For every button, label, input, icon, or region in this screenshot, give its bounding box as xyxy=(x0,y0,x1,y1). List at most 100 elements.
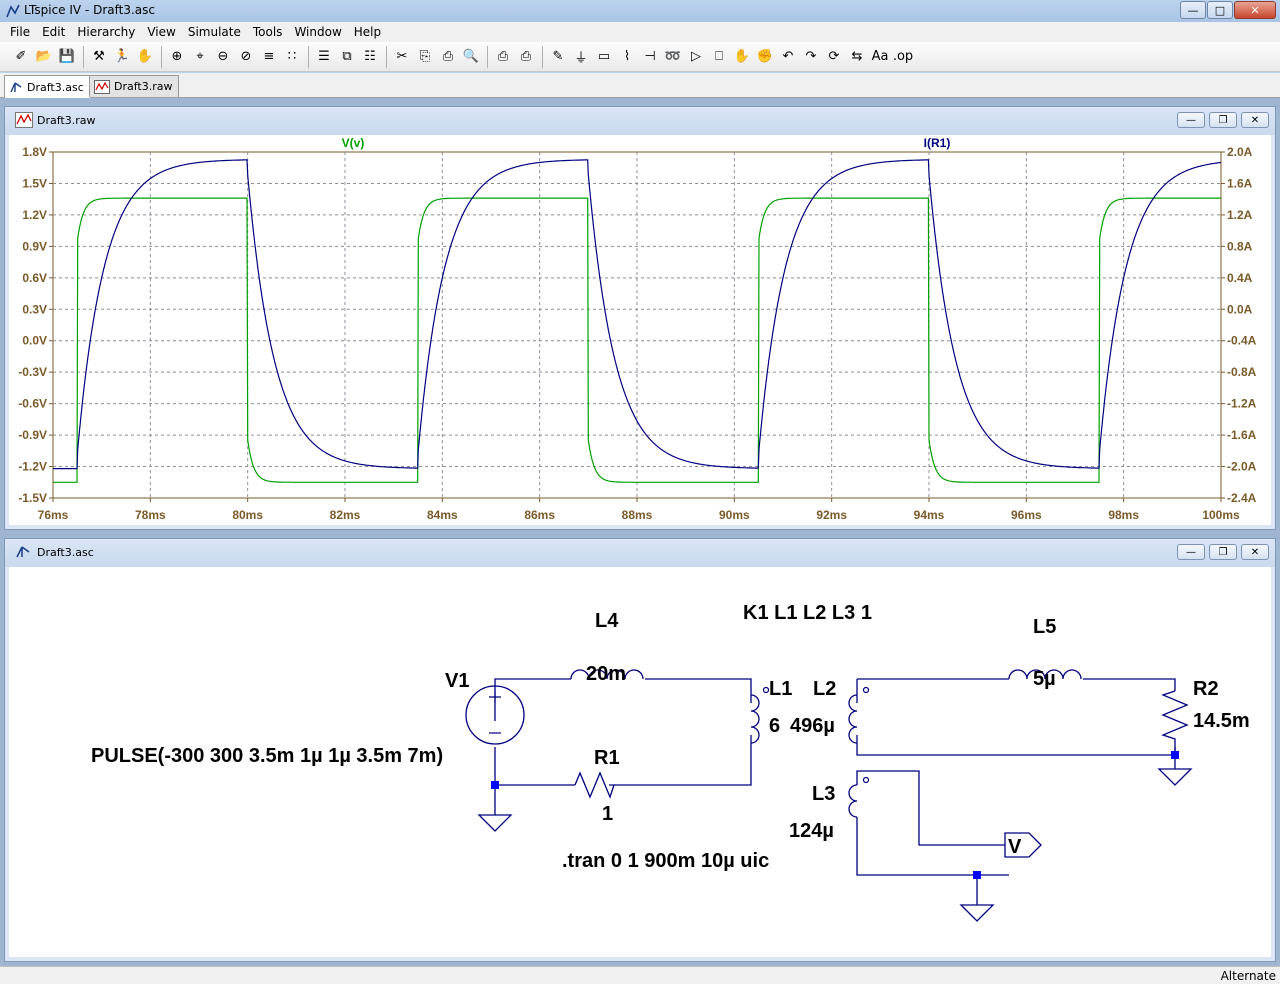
halt-icon[interactable]: ✋ xyxy=(134,46,156,68)
capacitor-icon[interactable]: ⊣ xyxy=(639,46,661,68)
mirror-icon[interactable]: ⇆ xyxy=(846,46,868,68)
zoom-pan-icon[interactable]: ⌖ xyxy=(189,46,211,68)
menu-simulate[interactable]: Simulate xyxy=(182,25,247,39)
tab-draft3-raw[interactable]: Draft3.raw xyxy=(89,75,180,97)
save-icon[interactable]: 💾 xyxy=(56,46,78,68)
l2-value-label: 496µ xyxy=(790,715,835,737)
y-tick-label-right: 1.2A xyxy=(1227,208,1253,222)
l1-name-label: L1 xyxy=(769,678,792,700)
grid-icon[interactable]: ∷ xyxy=(281,46,303,68)
text-icon[interactable]: Aa xyxy=(869,46,891,68)
net-label-v[interactable]: V xyxy=(1008,836,1022,858)
x-tick-label: 98ms xyxy=(1108,508,1139,522)
rotate-icon[interactable]: ⟳ xyxy=(823,46,845,68)
schematic-minimize-button[interactable]: — xyxy=(1177,544,1205,560)
schematic-drawing[interactable]: V1 PULSE(-300 300 3.5m 1µ 1µ 3.5m 7m) L4… xyxy=(9,567,1273,955)
inductor-l1-symbol[interactable] xyxy=(750,694,760,744)
waveform-chart[interactable]: 76ms 78ms 80ms 82ms 84ms 86ms 88ms 90ms 92ms 94ms… xyxy=(9,135,1273,527)
x-tick-label: 78ms xyxy=(135,508,166,522)
autorange-icon[interactable]: ≡ xyxy=(258,46,280,68)
zoom-fit-icon[interactable]: ⊘ xyxy=(235,46,257,68)
component-icon[interactable]: ⎕ xyxy=(708,46,730,68)
y-tick-label-left: 0.0V xyxy=(22,334,47,348)
y-tick-label-right: -1.2A xyxy=(1227,397,1257,411)
menu-view[interactable]: View xyxy=(141,25,181,39)
undo-icon[interactable]: ↶ xyxy=(777,46,799,68)
legend-i-r1[interactable]: I(R1) xyxy=(924,136,951,150)
control-panel-icon[interactable]: ⚒ xyxy=(88,46,110,68)
inductor-l3-symbol[interactable] xyxy=(848,784,858,818)
wire xyxy=(857,678,1176,691)
waveform-restore-button[interactable]: ❐ xyxy=(1209,112,1237,128)
x-tick-label: 100ms xyxy=(1202,508,1240,522)
find-icon[interactable]: 🔍 xyxy=(460,46,482,68)
ground-symbol[interactable] xyxy=(1157,755,1193,786)
inductor-l2-symbol[interactable] xyxy=(848,694,858,744)
wire xyxy=(856,817,1009,876)
waveform-minimize-button[interactable]: — xyxy=(1177,112,1205,128)
menu-hierarchy[interactable]: Hierarchy xyxy=(71,25,141,39)
ground-symbol[interactable] xyxy=(477,814,513,832)
label-icon[interactable]: ▭ xyxy=(593,46,615,68)
paste-icon[interactable]: ⎙ xyxy=(437,46,459,68)
drag-icon[interactable]: ✊ xyxy=(754,46,776,68)
spice-directive-icon[interactable]: .op xyxy=(892,46,914,68)
minimize-button[interactable]: — xyxy=(1180,1,1206,19)
schematic-canvas[interactable]: V1 PULSE(-300 300 3.5m 1µ 1µ 3.5m 7m) L4… xyxy=(9,567,1271,957)
toolbar-separator xyxy=(487,45,488,68)
tran-directive[interactable]: .tran 0 1 900m 10µ uic xyxy=(562,850,769,872)
menu-tools[interactable]: Tools xyxy=(247,25,289,39)
tile-vertical-icon[interactable]: ☷ xyxy=(359,46,381,68)
tile-horizontal-icon[interactable]: ☰ xyxy=(313,46,335,68)
new-schematic-icon[interactable]: ✐ xyxy=(10,46,32,68)
cascade-icon[interactable]: ⧉ xyxy=(336,46,358,68)
y-tick-label-right: -0.8A xyxy=(1227,365,1257,379)
print-preview-icon[interactable]: ⎙ xyxy=(492,46,514,68)
resistor-icon[interactable]: ⌇ xyxy=(616,46,638,68)
resistor-r1-symbol[interactable] xyxy=(574,771,615,799)
junction-node xyxy=(1171,751,1179,759)
diode-icon[interactable]: ▷ xyxy=(685,46,707,68)
l2-name-label: L2 xyxy=(813,678,836,700)
tab-draft3-asc[interactable]: Draft3.asc xyxy=(4,75,91,98)
open-icon[interactable]: 📂 xyxy=(33,46,55,68)
menu-window[interactable]: Window xyxy=(288,25,347,39)
r1-value-label: 1 xyxy=(602,803,613,825)
schematic-restore-button[interactable]: ❐ xyxy=(1209,544,1237,560)
l4-value-label: 20m xyxy=(586,663,626,685)
coupling-directive[interactable]: K1 L1 L2 L3 1 xyxy=(743,602,872,624)
y-tick-label-left: 1.8V xyxy=(22,145,47,159)
x-tick-label: 96ms xyxy=(1011,508,1042,522)
menu-file[interactable]: File xyxy=(4,25,36,39)
menu-edit[interactable]: Edit xyxy=(36,25,71,39)
waveform-plot-area[interactable]: 76ms 78ms 80ms 82ms 84ms 86ms 88ms 90ms 92ms 94ms… xyxy=(9,135,1271,525)
legend-v-v[interactable]: V(v) xyxy=(342,136,365,150)
waveform-close-button[interactable]: ✕ xyxy=(1241,112,1269,128)
x-tick-label: 76ms xyxy=(38,508,69,522)
status-text: Alternate xyxy=(1220,969,1276,983)
cut-icon[interactable]: ✂ xyxy=(391,46,413,68)
schematic-close-button[interactable]: ✕ xyxy=(1241,544,1269,560)
l3-name-label: L3 xyxy=(812,783,835,805)
move-icon[interactable]: ✋ xyxy=(731,46,753,68)
document-tabs: Draft3.asc Draft3.raw xyxy=(0,73,1280,98)
copy-icon[interactable]: ⎘ xyxy=(414,46,436,68)
inductor-icon[interactable]: ➿ xyxy=(662,46,684,68)
menu-help[interactable]: Help xyxy=(348,25,387,39)
zoom-in-icon[interactable]: ⊕ xyxy=(166,46,188,68)
resistor-r2-symbol[interactable] xyxy=(1161,690,1189,755)
mdi-workspace: Draft3.raw — ❐ ✕ 76ms 78ms 80ms 82ms 84ms 86m… xyxy=(0,98,1280,966)
redo-icon[interactable]: ↷ xyxy=(800,46,822,68)
ground-symbol[interactable] xyxy=(959,904,995,922)
l5-name-label: L5 xyxy=(1033,616,1056,638)
print-icon[interactable]: ⎙ xyxy=(515,46,537,68)
maximize-button[interactable]: □ xyxy=(1207,1,1233,19)
wire-icon[interactable]: ✎ xyxy=(547,46,569,68)
y-tick-label-left: -0.9V xyxy=(18,428,47,442)
ground-icon[interactable]: ⏚ xyxy=(570,46,592,68)
close-button[interactable]: ✕ xyxy=(1234,1,1276,19)
menu-bar: File Edit Hierarchy View Simulate Tools … xyxy=(0,22,1280,42)
zoom-out-icon[interactable]: ⊖ xyxy=(212,46,234,68)
y-tick-label-right: -1.6A xyxy=(1227,428,1257,442)
run-icon[interactable]: 🏃 xyxy=(111,46,133,68)
